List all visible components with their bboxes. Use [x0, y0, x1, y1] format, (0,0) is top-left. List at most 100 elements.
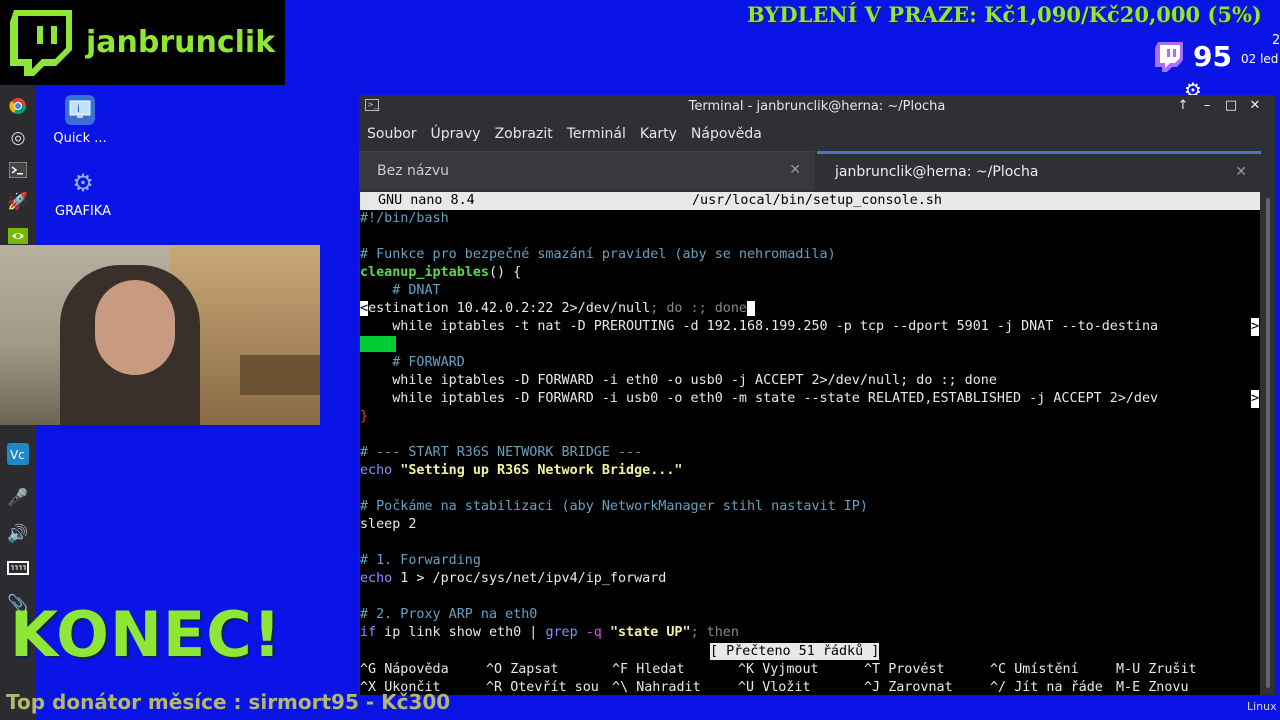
settings-gear-icon: ⚙	[72, 169, 94, 197]
menu-napoveda[interactable]: Nápověda	[691, 126, 762, 142]
shortcut-help[interactable]: ^G Nápověda	[360, 661, 449, 679]
shortcut-label: Vyjmout	[762, 662, 819, 677]
nano-header: GNU nano 8.4/usr/local/bin/setup_console…	[360, 192, 1260, 210]
goal-banner: BYDLENÍ V PRAZE: Kč1,090/Kč20,000 (5%)	[747, 2, 1262, 27]
svg-text:i: i	[77, 104, 80, 115]
menu-terminal[interactable]: Terminál	[567, 126, 626, 142]
nano-version: GNU nano 8.4	[378, 193, 475, 208]
terminal-window[interactable]: >_ Terminal - janbrunclik@herna: ~/Ploch…	[359, 95, 1275, 695]
code-line	[360, 336, 1260, 354]
desktop-icon-grafika[interactable]: ⚙ GRAFIKA	[38, 168, 128, 219]
shortcut-write[interactable]: ^O Zapsat	[486, 661, 559, 679]
code-line: # 2. Proxy ARP na eth0	[360, 607, 538, 622]
shortcut-key: ^K	[738, 662, 755, 677]
rocket-icon[interactable]: 🚀	[6, 190, 30, 214]
shortcut-justify[interactable]: ^J Zarovnat	[864, 679, 953, 695]
code-line: # DNAT	[360, 283, 441, 298]
overflow-indicator: >	[1251, 318, 1260, 336]
shortcut-execute[interactable]: ^T Provést	[864, 661, 945, 679]
shortcut-label: Vložit	[762, 680, 811, 695]
twitch-logo-icon	[10, 9, 72, 76]
close-tab-icon[interactable]: ✕	[789, 162, 801, 178]
keyword: if	[360, 625, 377, 640]
clock-date: 02 led	[1241, 52, 1279, 66]
terminal-scrollbar[interactable]	[1261, 192, 1275, 695]
window-titlebar[interactable]: >_ Terminal - janbrunclik@herna: ~/Ploch…	[359, 95, 1275, 117]
chrome-icon[interactable]	[6, 94, 30, 118]
string-literal: "state UP"	[609, 625, 691, 640]
tab-bez-nazvu[interactable]: Bez názvu ✕	[359, 151, 815, 190]
keyword: echo	[360, 571, 393, 586]
code-line: while iptables -D FORWARD -i eth0 -o usb…	[360, 373, 997, 388]
nano-shortcut-bar: ^G Nápověda ^O Zapsat ^F Hledat ^K Vyjmo…	[360, 661, 1260, 695]
shortcut-location[interactable]: ^C Umístění	[990, 661, 1079, 679]
vscode-icon[interactable]: Vc	[6, 442, 30, 466]
shortcut-label: Znovu	[1148, 680, 1189, 695]
shortcut-undo[interactable]: M-U Zrušit	[1116, 661, 1197, 679]
shortcut-read-file[interactable]: ^R Otevřít sou	[486, 679, 599, 695]
tab-plocha[interactable]: janbrunclik@herna: ~/Plocha ✕	[817, 151, 1261, 190]
shortcut-label: Zarovnat	[888, 680, 953, 695]
shortcut-search[interactable]: ^F Hledat	[612, 661, 685, 679]
network-icon[interactable]	[6, 556, 30, 580]
shortcut-label: Zrušit	[1148, 662, 1197, 677]
nano-editor[interactable]: GNU nano 8.4/usr/local/bin/setup_console…	[360, 192, 1260, 695]
tab-bar: Bez názvu ✕ janbrunclik@herna: ~/Plocha …	[359, 151, 1275, 190]
browser-icon[interactable]: ◎	[6, 126, 30, 150]
microphone-icon[interactable]: 🎤	[6, 486, 30, 510]
code-line: echo 1 > /proc/sys/net/ipv4/ip_forward	[360, 570, 1260, 588]
desktop-icon-label: GRAFIKA	[55, 204, 111, 219]
menu-zobrazit[interactable]: Zobrazit	[495, 126, 553, 142]
menu-soubor[interactable]: Soubor	[367, 126, 417, 142]
shortcut-label: Hledat	[636, 662, 685, 677]
shortcut-label: Umístění	[1014, 662, 1079, 677]
shortcut-key: ^\	[612, 680, 629, 695]
monitor-icon: i	[65, 95, 95, 125]
konec-overlay: KONEC!	[10, 598, 282, 671]
terminal-dock-icon[interactable]	[6, 158, 30, 182]
code-token: 1 > /proc/sys/net/ipv4/ip_forward	[392, 571, 667, 586]
shortcut-replace[interactable]: ^\ Nahradit	[612, 679, 701, 695]
shortcut-key: ^F	[612, 662, 629, 677]
channel-name: janbrunclik	[86, 25, 276, 60]
code-line: # --- START R36S NETWORK BRIDGE ---	[360, 445, 643, 460]
window-title: Terminal - janbrunclik@herna: ~/Plocha	[688, 98, 946, 114]
close-tab-icon[interactable]: ✕	[1235, 164, 1247, 180]
shortcut-key: M-E	[1116, 680, 1141, 695]
twitch-channel-badge: janbrunclik	[0, 0, 285, 85]
string-literal: "Setting up R36S Network Bridge..."	[400, 463, 683, 478]
speaker-icon[interactable]: 🔊	[6, 522, 30, 546]
scroll-indicator: <	[360, 301, 369, 316]
twitch-viewers-icon	[1155, 41, 1183, 72]
pin-icon[interactable]: ↑	[1171, 95, 1195, 117]
code-line: #!/bin/bash	[360, 211, 449, 226]
menubar: Soubor Úpravy Zobrazit Terminál Karty Ná…	[359, 117, 1275, 151]
code-line: # FORWARD	[360, 355, 465, 370]
keyword: grep	[545, 625, 578, 640]
shortcut-goto-line[interactable]: ^/ Jít na řáde	[990, 679, 1103, 695]
overflow-indicator: >	[1251, 390, 1260, 408]
shortcut-cut[interactable]: ^K Vyjmout	[738, 661, 819, 679]
menu-karty[interactable]: Karty	[640, 126, 677, 142]
menu-upravy[interactable]: Úpravy	[431, 126, 481, 142]
shortcut-paste[interactable]: ^U Vložit	[738, 679, 811, 695]
minimize-button[interactable]: –	[1195, 95, 1219, 117]
scrollbar-thumb[interactable]	[1266, 198, 1270, 688]
shortcut-label: Provést	[888, 662, 945, 677]
trailing-whitespace-marker	[360, 336, 396, 352]
maximize-button[interactable]: □	[1219, 95, 1243, 117]
code-line: cleanup_iptables() {	[360, 264, 1260, 282]
taskbar-linux-label: Linux	[1247, 700, 1277, 713]
shortcut-key: ^J	[864, 680, 881, 695]
webcam-feed	[0, 245, 320, 425]
shortcut-key: ^R	[486, 680, 503, 695]
clock-hour: 2	[1272, 33, 1280, 48]
code-token: ; then	[690, 625, 739, 640]
top-donor-overlay: Top donátor měsíce : sirmort95 - Kč300	[6, 690, 451, 714]
desktop-icon-quick[interactable]: i Quick ...	[35, 95, 125, 146]
shortcut-redo[interactable]: M-E Znovu	[1116, 679, 1189, 695]
terminal-app-icon: >_	[365, 99, 379, 111]
shortcut-key: M-U	[1116, 662, 1141, 677]
close-button[interactable]: ✕	[1243, 95, 1267, 117]
